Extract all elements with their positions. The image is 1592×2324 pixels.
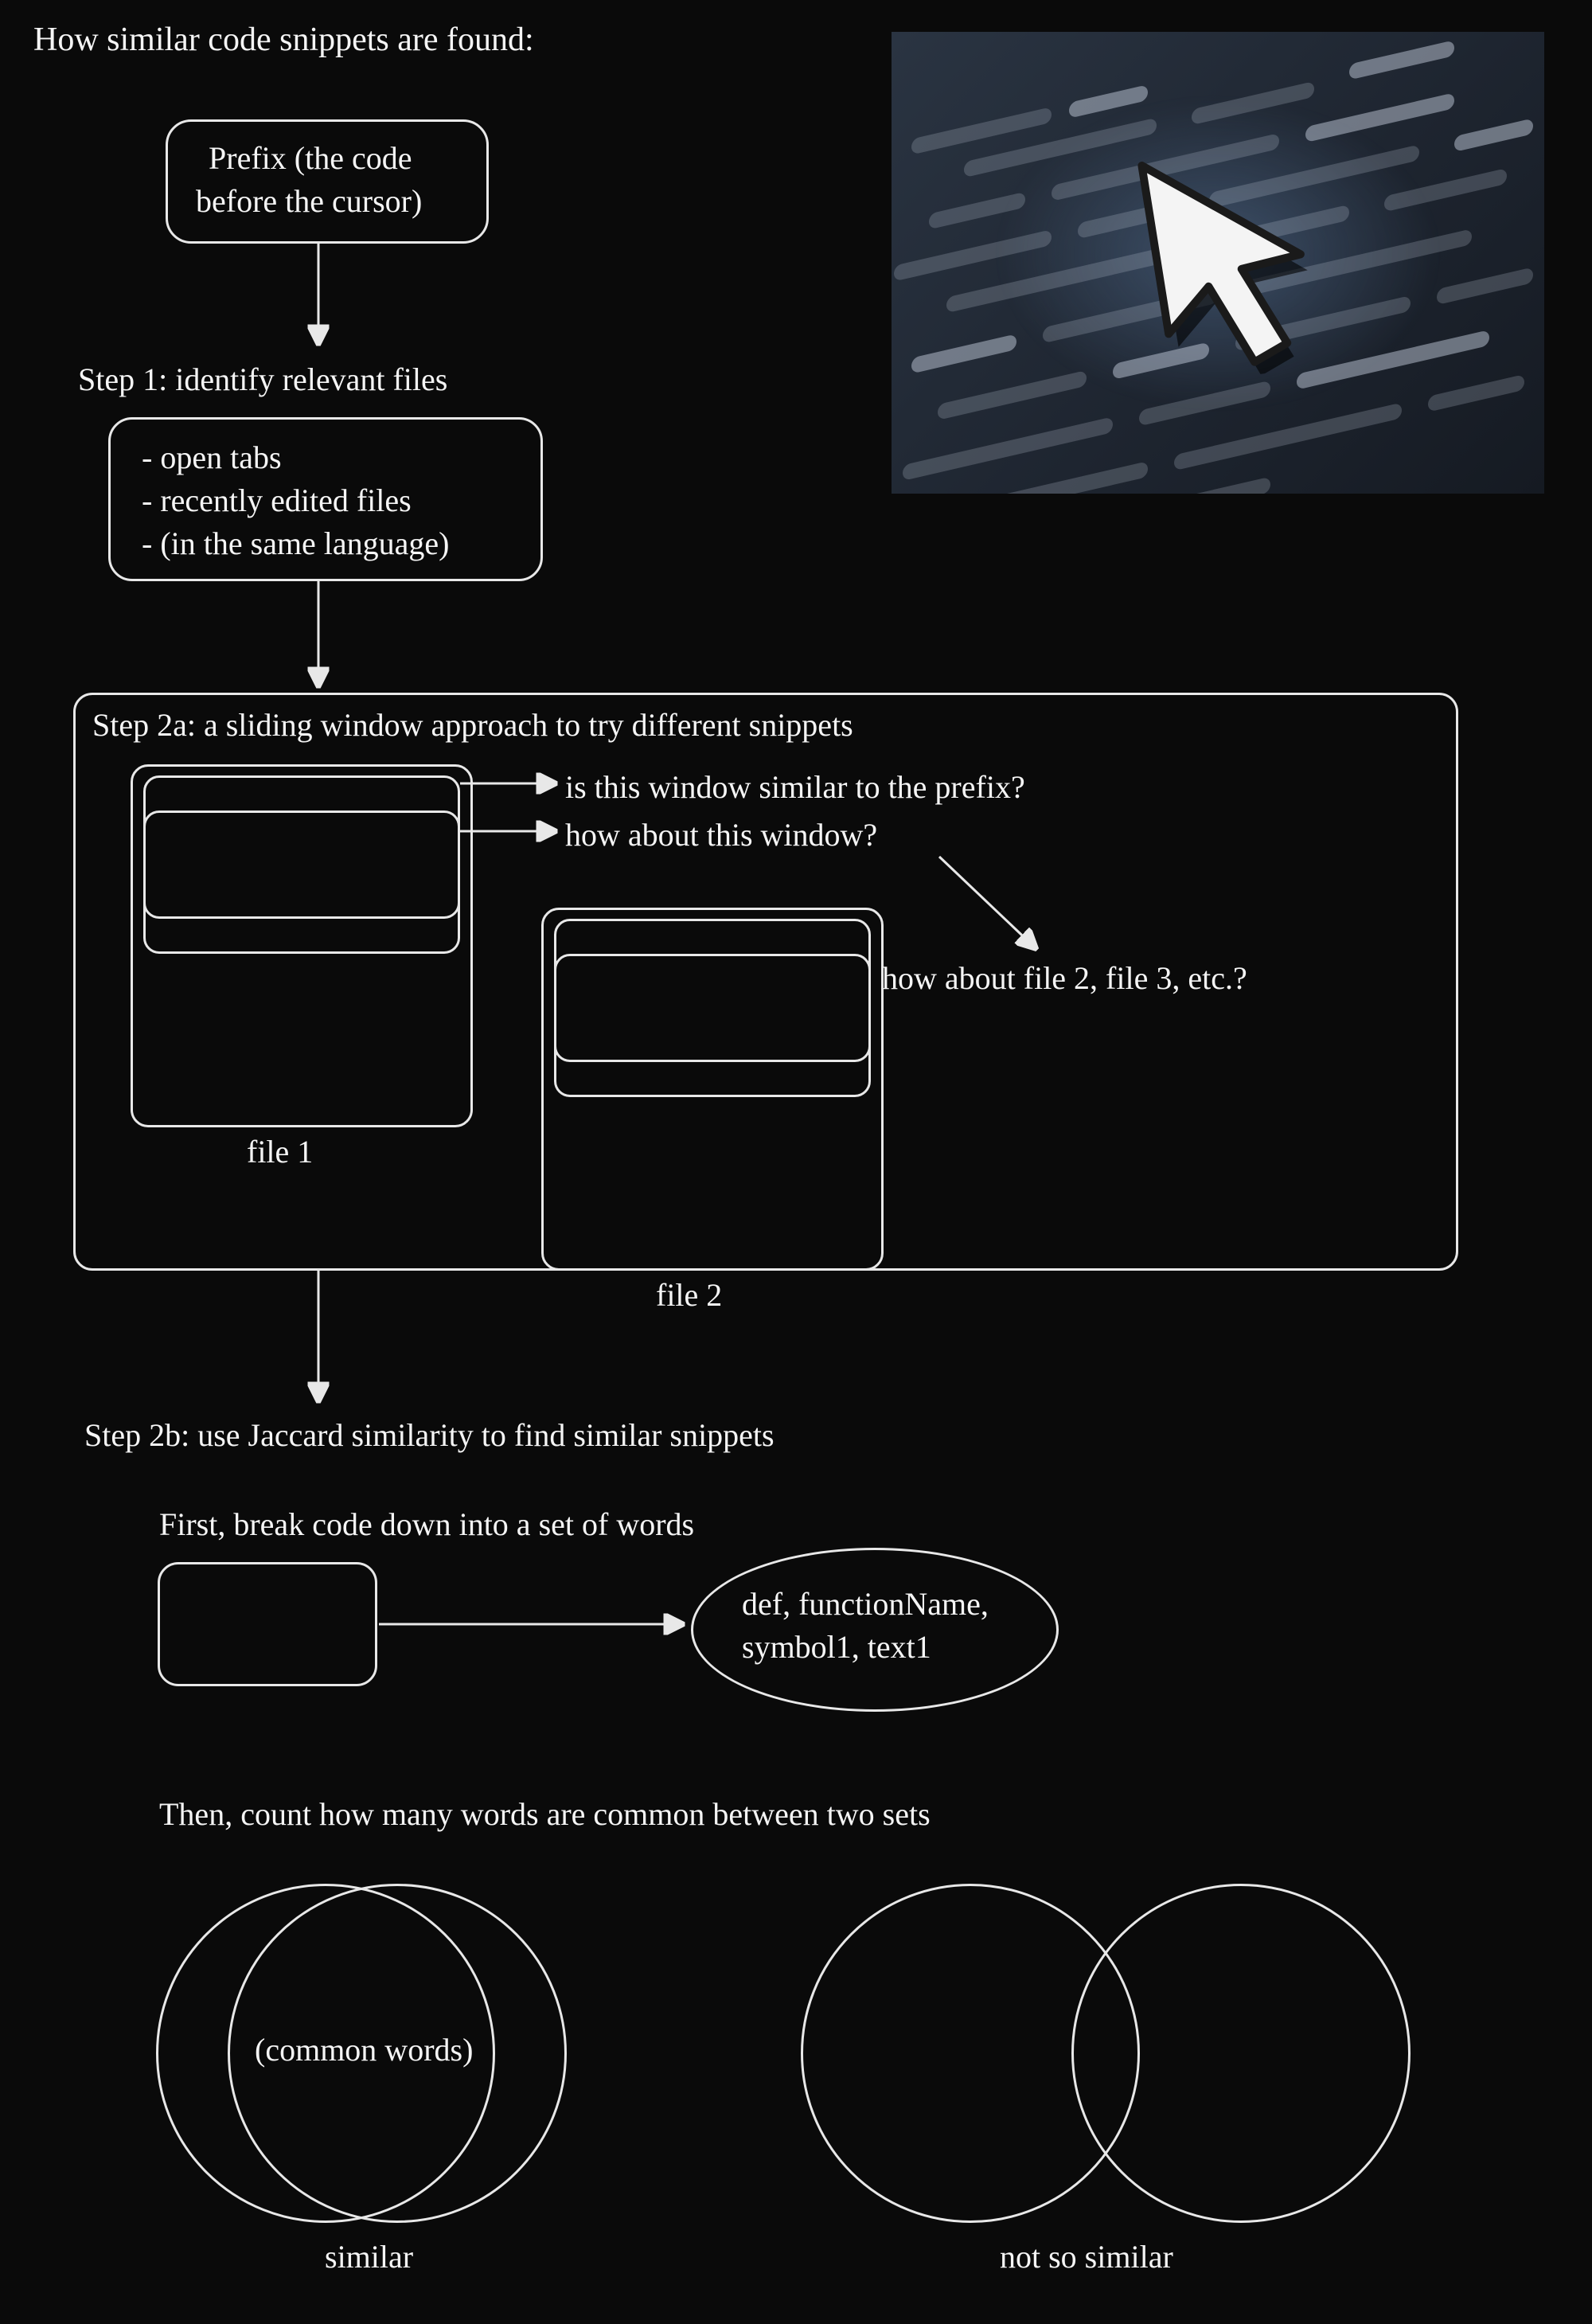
word-set-l1: def, functionName, <box>742 1583 989 1626</box>
file2-label: file 2 <box>656 1274 722 1317</box>
prefix-box-text-l2: before the cursor) <box>196 180 422 223</box>
step1-item-1: - recently edited files <box>142 479 412 522</box>
step1-item-0: - open tabs <box>142 436 282 479</box>
step2a-title: Step 2a: a sliding window approach to tr… <box>92 704 853 747</box>
file1-window-2 <box>143 810 460 954</box>
venn-notsimilar-right <box>1071 1884 1411 2223</box>
step1-title: Step 1: identify relevant files <box>78 358 447 401</box>
step2b-first-line: First, break code down into a set of wor… <box>159 1503 694 1546</box>
code-box <box>158 1562 377 1686</box>
prefix-box-text-l1: Prefix (the code <box>209 137 412 180</box>
diagram-title: How similar code snippets are found: <box>33 18 534 63</box>
common-words-label: (common words) <box>255 2029 473 2072</box>
hero-illustration <box>892 32 1544 494</box>
step2b-then-line: Then, count how many words are common be… <box>159 1793 931 1836</box>
cursor-icon <box>1081 101 1355 398</box>
similar-label: similar <box>325 2236 413 2279</box>
step1-item-2: - (in the same language) <box>142 522 450 565</box>
step2a-q3: how about file 2, file 3, etc.? <box>882 957 1247 1000</box>
step2a-q2: how about this window? <box>565 814 877 857</box>
step2a-q1: is this window similar to the prefix? <box>565 766 1025 809</box>
not-so-similar-label: not so similar <box>1000 2236 1173 2279</box>
step2b-title: Step 2b: use Jaccard similarity to find … <box>84 1414 775 1457</box>
word-set-l2: symbol1, text1 <box>742 1626 931 1669</box>
file2-window-2 <box>554 954 871 1097</box>
diagram-canvas: How similar code snippets are found: <box>0 0 1592 2324</box>
file1-label: file 1 <box>247 1131 313 1174</box>
